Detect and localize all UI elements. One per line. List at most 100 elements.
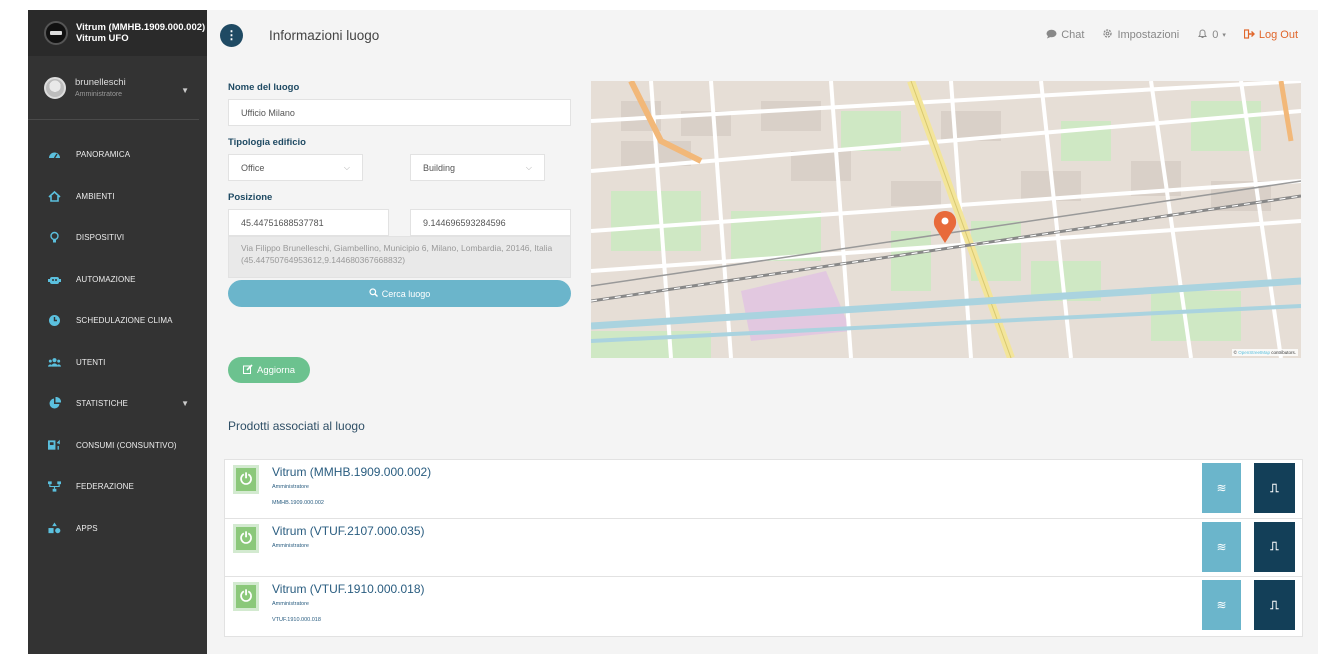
map-attribution: © OpenStreetMap contributors. — [1231, 349, 1298, 356]
door-open-icon: ⎍ — [1270, 539, 1279, 553]
sidebar-item-apps[interactable]: APPS — [28, 508, 207, 550]
layers-icon: ≋ — [1216, 481, 1227, 495]
sidebar-item-federazione[interactable]: FEDERAZIONE — [28, 466, 207, 508]
page-title: Informazioni luogo — [269, 27, 380, 43]
product-name[interactable]: Vitrum (MMHB.1909.000.002) — [272, 465, 431, 479]
layers-icon: ≋ — [1216, 539, 1227, 554]
layers-button[interactable]: ≋ — [1202, 463, 1241, 513]
header-actions: Chat Impostazioni 0 ▾ Log Out — [1046, 10, 1298, 60]
power-icon[interactable]: ⏻ — [233, 523, 259, 553]
location-form: Nome del luogo Ufficio Milano Tipologia … — [228, 60, 571, 307]
brand-line1: Vitrum (MMHB.1909.000.002) — [76, 22, 206, 33]
avatar — [44, 76, 66, 99]
building-subtype-select[interactable]: Building ⌵ — [410, 154, 545, 181]
user-panel[interactable]: brunelleschi Amministratore ▼ — [28, 56, 199, 120]
caret-down-icon: ▾ — [1222, 32, 1226, 39]
address-field[interactable]: Via Filippo Brunelleschi, Giambellino, M… — [228, 236, 571, 278]
longitude-field[interactable]: 9.144696593284596 — [410, 209, 571, 236]
main-content: Nome del luogo Ufficio Milano Tipologia … — [207, 60, 1318, 654]
door-button[interactable]: ⎍ — [1254, 463, 1295, 513]
building-type-value: Office — [241, 162, 265, 173]
product-name[interactable]: Vitrum (VTUF.1910.000.018) — [272, 582, 425, 596]
product-code: VTUF.1910.000.018 — [272, 617, 321, 623]
product-role: Amministratore — [272, 542, 309, 549]
door-button[interactable]: ⎍ — [1254, 521, 1295, 572]
chevron-down-icon: ⌵ — [343, 162, 350, 172]
building-subtype-value: Building — [423, 162, 456, 173]
sidebar: Vitrum (MMHB.1909.000.002) Vitrum UFO br… — [28, 10, 207, 654]
user-name: brunelleschi — [75, 77, 126, 88]
top-header: ⋮ Informazioni luogo Chat Impostazioni 0 — [207, 10, 1318, 60]
brand-line2: Vitrum UFO — [76, 33, 129, 44]
search-location-button[interactable]: Cerca luogo — [228, 280, 571, 307]
sidebar-item-label: DISPOSITIVI — [76, 233, 125, 243]
location-map[interactable]: © OpenStreetMap contributors. — [591, 81, 1301, 358]
logout-link[interactable]: Log Out — [1243, 28, 1298, 42]
sidebar-item-dispositivi[interactable]: DISPOSITIVI — [28, 217, 207, 259]
caret-down-icon[interactable]: ▼ — [181, 86, 189, 95]
pie-chart-icon — [48, 397, 61, 410]
door-open-icon: ⎍ — [1270, 597, 1279, 612]
list-item: ⏻ Vitrum (VTUF.2107.000.035) Amministrat… — [225, 519, 1302, 577]
menu-toggle-button[interactable]: ⋮ — [220, 23, 243, 47]
latitude-field[interactable]: 45.44751688537781 — [228, 209, 389, 236]
building-type-select[interactable]: Office ⌵ — [228, 154, 363, 181]
door-button[interactable]: ⎍ — [1254, 580, 1295, 630]
sidebar-item-ambienti[interactable]: AMBIENTI — [28, 176, 207, 218]
sidebar-item-statistiche[interactable]: STATISTICHE ▼ — [28, 383, 207, 425]
map-tiles — [591, 81, 1301, 358]
door-open-icon: ⎍ — [1270, 480, 1279, 495]
logout-label: Log Out — [1258, 29, 1298, 41]
update-label: Aggiorna — [256, 364, 296, 376]
list-item: ⏻ Vitrum (MMHB.1909.000.002) Amministrat… — [225, 460, 1302, 519]
osm-link[interactable]: OpenStreetMap — [1238, 350, 1270, 355]
bulb-icon — [48, 231, 61, 244]
power-icon[interactable]: ⏻ — [233, 582, 259, 611]
apps-icon — [48, 522, 61, 535]
sidebar-item-label: PANORAMICA — [76, 150, 131, 160]
power-icon[interactable]: ⏻ — [233, 465, 259, 494]
chat-link[interactable]: Chat — [1046, 29, 1084, 42]
coords-row: 45.44751688537781 9.144696593284596 — [228, 209, 571, 236]
list-item: ⏻ Vitrum (VTUF.1910.000.018) Amministrat… — [225, 577, 1302, 636]
user-role: Amministratore — [75, 91, 123, 98]
chat-label: Chat — [1061, 29, 1085, 41]
window-frame: Vitrum (MMHB.1909.000.002) Vitrum UFO br… — [0, 0, 1338, 654]
sitemap-icon — [48, 480, 61, 493]
sidebar-item-label: UTENTI — [76, 357, 106, 367]
search-icon — [369, 288, 378, 299]
sidebar-item-label: AMBIENTI — [76, 191, 115, 201]
sidebar-item-label: AUTOMAZIONE — [76, 274, 136, 284]
brand-text: Vitrum (MMHB.1909.000.002) Vitrum UFO — [76, 22, 205, 44]
layers-button[interactable]: ≋ — [1202, 580, 1241, 630]
settings-label: Impostazioni — [1117, 29, 1180, 41]
sidebar-item-consumi[interactable]: CONSUMI (CONSUNTIVO) — [28, 425, 207, 467]
bell-icon — [1197, 28, 1208, 42]
edit-icon — [242, 363, 253, 377]
dashboard-icon — [48, 148, 61, 161]
logout-icon — [1243, 28, 1255, 42]
name-field[interactable]: Ufficio Milano — [228, 99, 571, 126]
sidebar-item-label: CONSUMI (CONSUNTIVO) — [76, 440, 177, 450]
clock-icon — [48, 314, 61, 327]
more-vertical-icon: ⋮ — [225, 28, 238, 42]
sidebar-item-label: APPS — [76, 523, 98, 533]
user-text: brunelleschi Amministratore — [75, 77, 126, 98]
notifications-dropdown[interactable]: 0 ▾ — [1197, 28, 1226, 42]
sidebar-item-label: FEDERAZIONE — [76, 482, 134, 492]
name-label: Nome del luogo — [228, 82, 300, 93]
layers-button[interactable]: ≋ — [1202, 521, 1241, 572]
update-button[interactable]: Aggiorna — [228, 357, 310, 383]
sidebar-item-automazione[interactable]: AUTOMAZIONE — [28, 259, 207, 301]
chevron-down-icon: ⌵ — [525, 162, 532, 172]
gear-icon — [1102, 28, 1113, 42]
product-name[interactable]: Vitrum (VTUF.2107.000.035) — [272, 524, 425, 538]
sidebar-item-panoramica[interactable]: PANORAMICA — [28, 134, 207, 176]
brand[interactable]: Vitrum (MMHB.1909.000.002) Vitrum UFO — [28, 10, 207, 56]
sidebar-nav: PANORAMICA AMBIENTI DISPOSITIVI AUTOMAZI… — [28, 134, 207, 549]
home-icon — [48, 190, 61, 203]
product-role: Amministratore — [272, 601, 309, 607]
sidebar-item-utenti[interactable]: UTENTI — [28, 342, 207, 384]
sidebar-item-schedulazione-clima[interactable]: SCHEDULAZIONE CLIMA — [28, 300, 207, 342]
settings-link[interactable]: Impostazioni — [1102, 28, 1179, 42]
